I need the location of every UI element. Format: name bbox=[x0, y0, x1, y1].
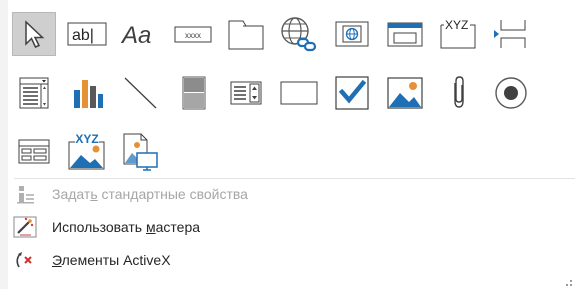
navigation-control-icon bbox=[387, 22, 423, 47]
resize-grip[interactable] bbox=[566, 280, 572, 286]
bound-object-frame-tool-button[interactable]: XYZ bbox=[65, 129, 109, 173]
option-group-glyph: XYZ bbox=[445, 18, 468, 32]
page-break-icon bbox=[494, 20, 526, 48]
command-button-icon: xxxx bbox=[174, 26, 212, 43]
activex-controls-menu-item[interactable]: Элементы ActiveX bbox=[12, 247, 552, 273]
select-tool-button[interactable] bbox=[12, 12, 56, 56]
activex-controls-label: Элементы ActiveX bbox=[52, 252, 171, 268]
controls-gallery: ab| Aa xxxx XYZ XYZ bbox=[12, 12, 557, 177]
rectangle-tool-button[interactable] bbox=[277, 71, 321, 115]
subform-tool-button[interactable] bbox=[12, 129, 56, 173]
set-defaults-icon bbox=[12, 183, 38, 205]
option-button-tool-button[interactable] bbox=[489, 71, 533, 115]
radio-button-icon bbox=[495, 77, 527, 109]
line-icon bbox=[124, 77, 157, 109]
left-edge bbox=[0, 0, 8, 289]
label-tool-button[interactable]: Aa bbox=[118, 12, 162, 56]
use-wizards-menu-item[interactable]: Использовать мастера bbox=[12, 214, 552, 240]
rectangle-icon bbox=[280, 81, 318, 105]
set-defaults-menu-item[interactable]: Задать стандартные свойства bbox=[12, 181, 552, 207]
textbox-icon: ab| bbox=[67, 22, 107, 46]
attachment-tool-button[interactable] bbox=[436, 71, 480, 115]
web-browser-icon bbox=[335, 21, 369, 47]
activex-icon bbox=[12, 249, 38, 271]
combo-box-tool-button[interactable] bbox=[12, 71, 56, 115]
tab-control-tool-button[interactable] bbox=[224, 12, 268, 56]
navigation-control-tool-button[interactable] bbox=[383, 12, 427, 56]
textbox-tool-button[interactable]: ab| bbox=[65, 12, 109, 56]
button-glyph: xxxx bbox=[185, 31, 201, 40]
button-tool-button[interactable]: xxxx bbox=[171, 12, 215, 56]
bound-frame-glyph: XYZ bbox=[75, 132, 98, 146]
image-tool-button[interactable] bbox=[118, 129, 162, 173]
list-box-icon bbox=[230, 81, 262, 105]
option-group-icon: XYZ bbox=[440, 18, 476, 49]
bound-object-frame-icon: XYZ bbox=[68, 132, 105, 170]
combo-box-icon bbox=[19, 77, 49, 109]
hyperlink-tool-button[interactable] bbox=[277, 12, 321, 56]
paperclip-icon bbox=[454, 76, 464, 108]
unbound-object-frame-tool-button[interactable] bbox=[383, 71, 427, 115]
option-group-tool-button[interactable]: XYZ bbox=[436, 12, 480, 56]
label-icon: Aa bbox=[120, 22, 151, 49]
use-wizards-label: Использовать мастера bbox=[52, 219, 201, 235]
toggle-button-icon bbox=[182, 76, 206, 110]
check-box-tool-button[interactable] bbox=[330, 71, 374, 115]
tab-control-icon bbox=[228, 20, 264, 50]
menu-divider bbox=[14, 178, 575, 179]
chart-tool-button[interactable] bbox=[65, 71, 109, 115]
label-glyph: Aa bbox=[120, 22, 151, 49]
list-box-tool-button[interactable] bbox=[224, 71, 268, 115]
image-frame-icon bbox=[387, 77, 423, 109]
bar-chart-icon bbox=[74, 80, 103, 108]
checkbox-check-icon bbox=[335, 76, 369, 110]
pointer-arrow-icon bbox=[25, 20, 45, 48]
line-tool-button[interactable] bbox=[118, 71, 162, 115]
page-break-tool-button[interactable] bbox=[489, 12, 533, 56]
subform-icon bbox=[18, 139, 50, 164]
picture-icon bbox=[123, 133, 158, 171]
magic-wand-icon bbox=[12, 216, 38, 238]
set-defaults-label: Задать стандартные свойства bbox=[52, 186, 248, 202]
textbox-glyph: ab| bbox=[72, 27, 94, 44]
toggle-button-tool-button[interactable] bbox=[171, 71, 215, 115]
web-browser-tool-button[interactable] bbox=[330, 12, 374, 56]
globe-link-icon bbox=[281, 17, 317, 52]
